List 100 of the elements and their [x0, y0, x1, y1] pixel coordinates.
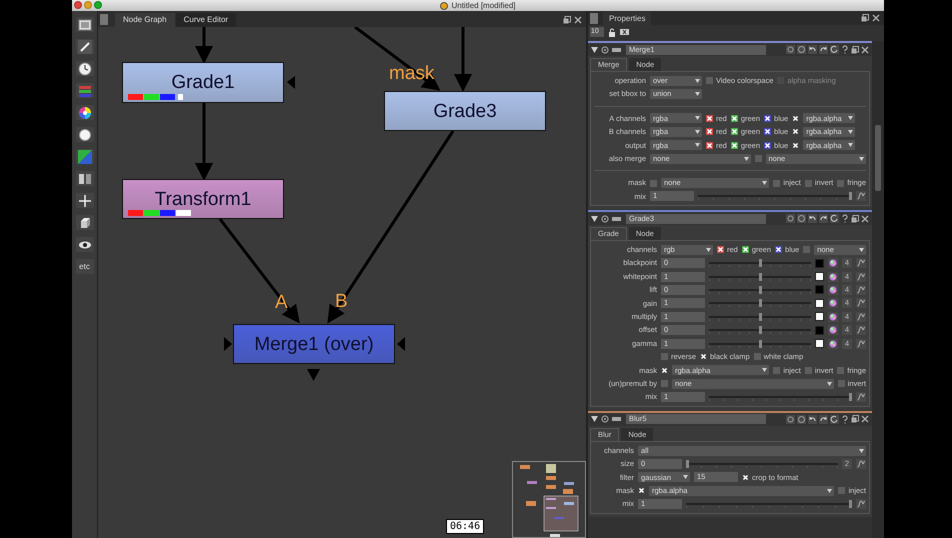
- collapse-icon[interactable]: [591, 46, 598, 52]
- node[interactable]: Transform1: [122, 179, 284, 219]
- close-icon[interactable]: [861, 214, 869, 223]
- tool-button[interactable]: [76, 193, 94, 208]
- slider-thumb[interactable]: [758, 326, 762, 334]
- slider[interactable]: [686, 458, 838, 469]
- node-icon[interactable]: [612, 216, 621, 222]
- checkbox[interactable]: [764, 114, 772, 122]
- animation-button[interactable]: [856, 392, 866, 402]
- checkbox[interactable]: [837, 180, 844, 187]
- slider[interactable]: [709, 325, 811, 336]
- checkbox[interactable]: [838, 380, 845, 388]
- tool-button[interactable]: [76, 127, 94, 142]
- node[interactable]: Grade3: [384, 91, 546, 131]
- node-icon[interactable]: [612, 46, 621, 52]
- circle-icon[interactable]: [786, 414, 795, 424]
- float-icon[interactable]: [851, 214, 859, 223]
- checkbox[interactable]: [773, 180, 780, 187]
- settings-icon[interactable]: [601, 214, 609, 223]
- slider[interactable]: [709, 338, 811, 349]
- tool-button[interactable]: [76, 171, 94, 186]
- scrollbar[interactable]: [872, 41, 884, 538]
- checkbox[interactable]: [804, 180, 812, 187]
- checkbox[interactable]: [775, 246, 782, 254]
- slider[interactable]: [709, 298, 811, 308]
- color-swatch[interactable]: [815, 339, 824, 348]
- checkbox[interactable]: [706, 142, 713, 149]
- collapse-icon[interactable]: [591, 416, 598, 422]
- close-icon[interactable]: [861, 415, 869, 424]
- color-swatch[interactable]: [815, 312, 824, 322]
- slider[interactable]: [709, 284, 811, 295]
- animation-button[interactable]: [856, 312, 866, 322]
- slider-thumb[interactable]: [758, 286, 762, 294]
- slider-thumb[interactable]: [849, 192, 852, 200]
- color-picker-button[interactable]: [828, 338, 838, 349]
- circle-icon[interactable]: [797, 214, 806, 224]
- tool-button[interactable]: [76, 39, 94, 54]
- revert-icon[interactable]: [830, 45, 839, 54]
- animation-button[interactable]: [856, 298, 866, 308]
- settings-icon[interactable]: [601, 415, 609, 424]
- tool-button[interactable]: [76, 105, 94, 120]
- animation-button[interactable]: [856, 272, 866, 282]
- checkbox[interactable]: [792, 114, 800, 122]
- checkbox[interactable]: [706, 128, 713, 136]
- slider[interactable]: [709, 258, 811, 268]
- circle-icon[interactable]: [786, 45, 795, 54]
- slider-thumb[interactable]: [686, 460, 689, 468]
- checkbox[interactable]: [792, 142, 800, 149]
- slider-thumb[interactable]: [758, 340, 762, 348]
- checkbox[interactable]: [837, 366, 844, 374]
- slider-thumb[interactable]: [758, 272, 762, 281]
- color-picker-button[interactable]: [828, 325, 838, 336]
- slider-thumb[interactable]: [849, 393, 852, 402]
- redo-icon[interactable]: [819, 414, 828, 424]
- tool-button[interactable]: [76, 17, 94, 32]
- checkbox[interactable]: [803, 246, 810, 254]
- slider[interactable]: [709, 272, 811, 282]
- float-icon[interactable]: [563, 16, 571, 24]
- tool-button[interactable]: [76, 61, 94, 76]
- checkbox[interactable]: [754, 155, 762, 162]
- checkbox[interactable]: [730, 128, 738, 136]
- color-picker-button[interactable]: [828, 272, 838, 282]
- animation-button[interactable]: [856, 458, 866, 469]
- slider-thumb[interactable]: [849, 500, 852, 508]
- close-icon[interactable]: [861, 46, 869, 54]
- checkbox[interactable]: [764, 142, 772, 149]
- node-icon[interactable]: [612, 416, 621, 422]
- close-button[interactable]: [74, 1, 82, 9]
- float-icon[interactable]: [851, 46, 859, 54]
- animation-button[interactable]: [856, 191, 866, 202]
- checkbox[interactable]: [754, 353, 761, 360]
- help-icon[interactable]: [841, 214, 849, 224]
- help-icon[interactable]: [841, 45, 849, 54]
- animation-button[interactable]: [856, 284, 866, 295]
- tab[interactable]: Curve Editor: [176, 13, 236, 27]
- color-swatch[interactable]: [815, 272, 824, 282]
- animation-button[interactable]: [856, 499, 866, 510]
- checkbox[interactable]: [717, 246, 724, 254]
- checkbox[interactable]: [792, 128, 800, 136]
- animation-button[interactable]: [856, 338, 866, 349]
- animation-button[interactable]: [856, 258, 866, 268]
- etc-button[interactable]: etc: [76, 259, 94, 274]
- undo-icon[interactable]: [808, 214, 817, 224]
- slider[interactable]: [709, 392, 852, 402]
- color-picker-button[interactable]: [828, 298, 838, 308]
- node[interactable]: Merge1 (over): [233, 324, 395, 364]
- minimize-button[interactable]: [84, 1, 92, 9]
- checkbox[interactable]: [661, 366, 668, 374]
- redo-icon[interactable]: [819, 45, 828, 54]
- slider-thumb[interactable]: [758, 299, 762, 308]
- color-picker-button[interactable]: [828, 284, 838, 295]
- tool-button[interactable]: [76, 237, 94, 252]
- checkbox[interactable]: [661, 353, 668, 360]
- collapse-icon[interactable]: [591, 216, 598, 222]
- slider[interactable]: [686, 499, 852, 510]
- properties-tab[interactable]: Properties: [603, 12, 652, 25]
- animation-button[interactable]: [856, 325, 866, 336]
- tab[interactable]: Node Graph: [115, 13, 175, 27]
- slider[interactable]: [709, 312, 811, 322]
- circle-icon[interactable]: [786, 214, 795, 224]
